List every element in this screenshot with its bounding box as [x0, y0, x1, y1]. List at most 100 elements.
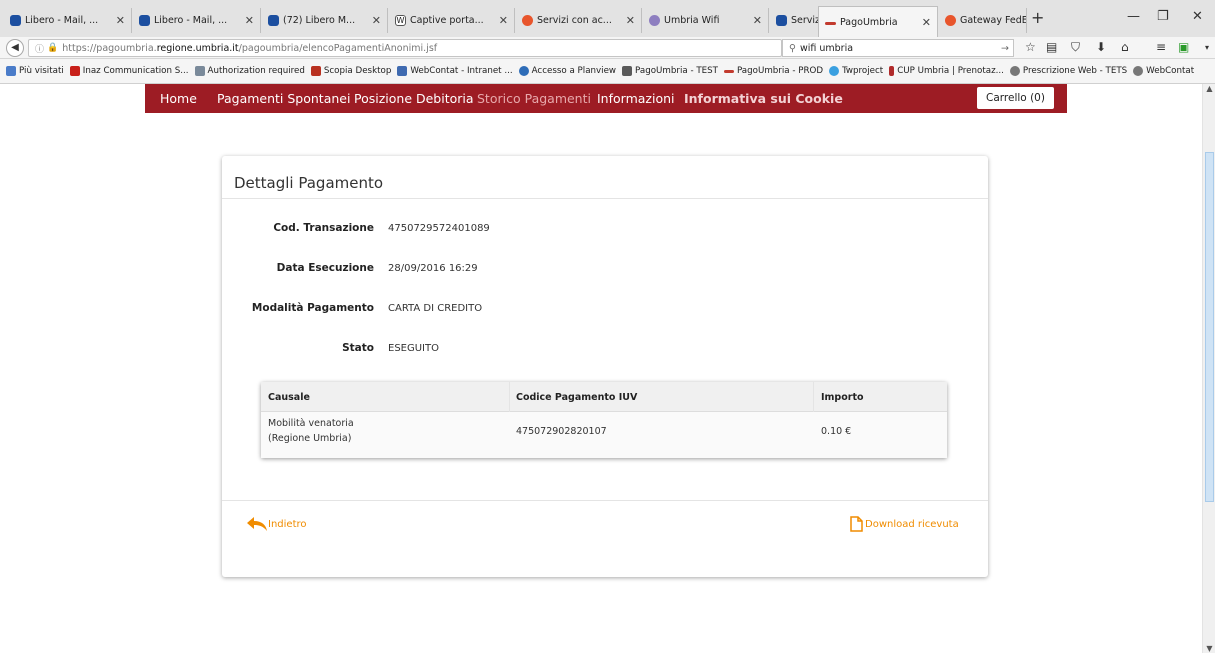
extension-icon[interactable]: ▣	[1178, 40, 1189, 54]
browser-tab-active[interactable]: PagoUmbria ✕	[818, 6, 938, 37]
back-arrow-icon[interactable]: ◀	[6, 39, 24, 57]
gateway-favicon-icon	[522, 15, 533, 26]
reading-list-icon[interactable]: ▤	[1046, 40, 1057, 54]
bookmark-item[interactable]: PagoUmbria - TEST	[622, 66, 718, 76]
download-arrow-icon[interactable]: ⬇	[1096, 40, 1106, 54]
wikipedia-favicon-icon: W	[395, 15, 406, 26]
bookmark-item[interactable]: Authorization required	[194, 66, 305, 76]
back-arrow-icon	[247, 517, 267, 531]
home-icon[interactable]: ⌂	[1121, 40, 1129, 54]
url-domain: regione.umbria.it	[156, 42, 239, 54]
bookmark-label: Twproject	[842, 66, 884, 76]
bookmark-item[interactable]: Prescrizione Web - TETS	[1009, 66, 1127, 76]
cell-iuv: 475072902820107	[516, 426, 607, 437]
url-bar[interactable]: ⓘ 🔒 https://pagoumbria. regione.umbria.it…	[28, 39, 794, 57]
field-label-transaction-code: Cod. Transazione	[273, 222, 374, 234]
back-link[interactable]: Indietro	[246, 516, 307, 532]
scopia-icon	[310, 66, 321, 76]
authorization-icon	[194, 66, 205, 76]
nav-storico-pagamenti[interactable]: Storico Pagamenti	[477, 91, 591, 106]
nav-informazioni[interactable]: Informazioni	[597, 91, 675, 106]
close-tab-icon[interactable]: ✕	[368, 14, 381, 27]
globe-icon	[1009, 66, 1020, 76]
url-prefix: https://pagoumbria.	[62, 42, 157, 54]
info-icon[interactable]: ⓘ	[35, 42, 44, 55]
minimize-window-icon[interactable]: —	[1127, 9, 1140, 24]
twproject-icon	[829, 66, 840, 76]
pagoumbria-test-icon	[622, 66, 633, 76]
table-header: Causale Codice Pagamento IUV Importo	[261, 382, 947, 412]
bookmark-item[interactable]: PagoUmbria - PROD	[723, 66, 823, 76]
url-path: /pagoumbria/elencoPagamentiAnonimi.jsf	[238, 42, 438, 54]
bookmark-label: Scopia Desktop	[323, 66, 392, 76]
bookmark-label: WebContat - Intranet ...	[410, 66, 513, 76]
search-value: wifi umbria	[799, 42, 854, 54]
bookmark-item[interactable]: Più visitati	[6, 66, 64, 76]
bookmark-item[interactable]: Scopia Desktop	[310, 66, 392, 76]
tab-label: Libero - Mail, ...	[25, 15, 99, 26]
bookmark-item[interactable]: Inaz Communication S...	[69, 66, 189, 76]
bookmark-star-icon[interactable]: ☆	[1025, 40, 1036, 54]
close-tab-icon[interactable]: ✕	[622, 14, 635, 27]
restore-window-icon[interactable]: ❐	[1157, 9, 1169, 24]
browser-tab[interactable]: Umbria Wifi ✕	[643, 8, 769, 33]
cart-button[interactable]: Carrello (0)	[977, 87, 1054, 109]
browser-tab[interactable]: (72) Libero M... ✕	[262, 8, 388, 33]
nav-informativa-cookie[interactable]: Informativa sui Cookie	[684, 91, 843, 106]
globe-icon	[1133, 66, 1144, 76]
column-header-causale: Causale	[268, 392, 310, 403]
close-tab-icon[interactable]: ✕	[749, 14, 762, 27]
bookmark-item[interactable]: WebContat	[1133, 66, 1194, 76]
scroll-down-icon[interactable]: ▼	[1203, 644, 1215, 653]
close-tab-icon[interactable]: ✕	[241, 14, 254, 27]
search-go-arrow-icon[interactable]: →	[1001, 43, 1009, 54]
bookmark-item[interactable]: Accesso a Planview	[518, 66, 616, 76]
nav-pagamenti-spontanei[interactable]: Pagamenti Spontanei	[217, 91, 350, 106]
table-row: Mobilità venatoria (Regione Umbria) 4750…	[261, 412, 947, 458]
bookmark-item[interactable]: WebContat - Intranet ...	[397, 66, 513, 76]
libero-favicon-icon	[10, 15, 21, 26]
cell-causale-line1: Mobilità venatoria	[268, 418, 354, 429]
browser-tab[interactable]: Libero - Mail, ... ✕	[133, 8, 261, 33]
payment-details-card: Dettagli Pagamento Cod. Transazione 4750…	[222, 156, 988, 577]
field-label-execution-date: Data Esecuzione	[276, 262, 374, 274]
browser-tab[interactable]: W Captive porta... ✕	[389, 8, 515, 33]
close-window-icon[interactable]: ✕	[1192, 9, 1203, 24]
menu-hamburger-icon[interactable]: ≡	[1156, 40, 1166, 54]
overflow-chevron-icon[interactable]: ▾	[1205, 43, 1209, 52]
nav-posizione-debitoria[interactable]: Posizione Debitoria	[354, 91, 474, 106]
tab-label: (72) Libero M...	[283, 15, 356, 26]
bookmark-label: CUP Umbria | Prenotaz...	[897, 66, 1004, 76]
close-tab-icon[interactable]: ✕	[918, 16, 931, 29]
new-tab-plus-icon[interactable]: +	[1031, 8, 1044, 27]
bookmark-item[interactable]: CUP Umbria | Prenotaz...	[889, 66, 1004, 76]
field-value-status: ESEGUITO	[388, 343, 439, 354]
browser-tab[interactable]: Libero - Mail, ... ✕	[4, 8, 132, 33]
download-receipt-link[interactable]: Download ricevuta	[850, 516, 959, 532]
document-icon	[850, 516, 863, 532]
page-viewport: Home Pagamenti Spontanei Posizione Debit…	[0, 84, 1215, 653]
tab-label: Captive porta...	[410, 15, 484, 26]
bookmark-folder-icon	[6, 66, 16, 76]
libero-favicon-icon	[268, 15, 279, 26]
payment-items-table: Causale Codice Pagamento IUV Importo Mob…	[261, 382, 947, 458]
close-tab-icon[interactable]: ✕	[112, 14, 125, 27]
nav-home[interactable]: Home	[160, 91, 197, 106]
planview-icon	[518, 66, 529, 76]
pagoumbria-prod-icon	[723, 69, 734, 73]
close-tab-icon[interactable]: ✕	[495, 14, 508, 27]
bookmarks-toolbar: Più visitati Inaz Communication S... Aut…	[0, 59, 1215, 84]
search-bar[interactable]: ⚲ wifi umbria →	[782, 39, 1014, 57]
browser-tab[interactable]: Servizi con ac... ✕	[516, 8, 642, 33]
field-label-payment-method: Modalità Pagamento	[251, 302, 374, 314]
tab-label: PagoUmbria	[840, 16, 898, 28]
vertical-scrollbar[interactable]: ▲ ▼	[1202, 84, 1215, 653]
browser-tab-strip: Libero - Mail, ... ✕ Libero - Mail, ... …	[0, 0, 1215, 37]
bookmark-item[interactable]: Twproject	[829, 66, 883, 76]
pocket-icon[interactable]: ⛉	[1071, 40, 1080, 55]
scrollbar-thumb[interactable]	[1205, 152, 1214, 502]
scroll-up-icon[interactable]: ▲	[1203, 84, 1215, 93]
browser-tab[interactable]: Gateway FedE... ✕	[939, 8, 1027, 33]
bookmark-label: Più visitati	[19, 66, 64, 76]
bookmark-label: Authorization required	[207, 66, 305, 76]
